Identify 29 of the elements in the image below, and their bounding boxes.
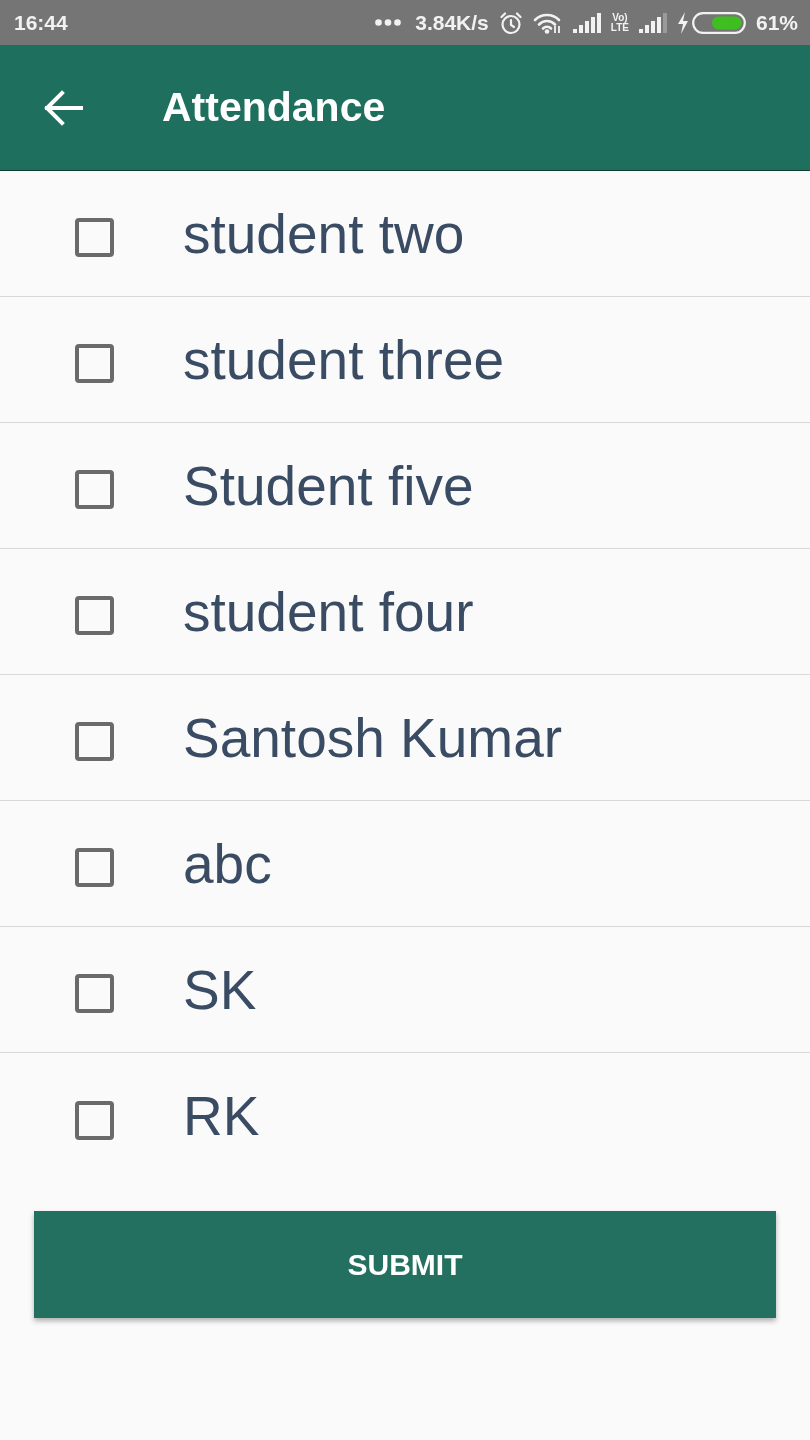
signal-bars-icon	[638, 12, 667, 33]
student-checkbox[interactable]	[75, 596, 114, 635]
student-name: Santosh Kumar	[183, 705, 563, 770]
student-name: abc	[183, 831, 272, 896]
network-speed: 3.84K/s	[415, 10, 489, 35]
more-dots-icon	[375, 19, 402, 26]
student-name: Student five	[183, 453, 474, 518]
submit-button[interactable]: SUBMIT	[34, 1211, 776, 1318]
signal-bars-icon	[572, 12, 601, 33]
student-name: SK	[183, 957, 257, 1022]
volte-label: Vo) LTE	[610, 12, 629, 33]
student-checkbox[interactable]	[75, 218, 114, 257]
charging-bolt-icon	[676, 11, 689, 34]
battery-icon	[691, 11, 746, 34]
student-checkbox[interactable]	[75, 848, 114, 887]
screen-title: Attendance	[162, 84, 386, 131]
battery-percent: 61%	[755, 10, 798, 35]
student-name: student two	[183, 201, 465, 266]
alarm-clock-icon	[498, 10, 523, 35]
student-checkbox[interactable]	[75, 974, 114, 1013]
student-name: student four	[183, 579, 474, 644]
student-name: RK	[183, 1084, 260, 1148]
student-name: student three	[183, 327, 505, 392]
wifi-icon	[532, 11, 563, 34]
student-checkbox[interactable]	[75, 1100, 114, 1140]
student-checkbox[interactable]	[75, 722, 114, 761]
student-checkbox[interactable]	[75, 470, 114, 509]
clock-time: 16:44	[14, 10, 68, 35]
student-checkbox[interactable]	[75, 344, 114, 383]
